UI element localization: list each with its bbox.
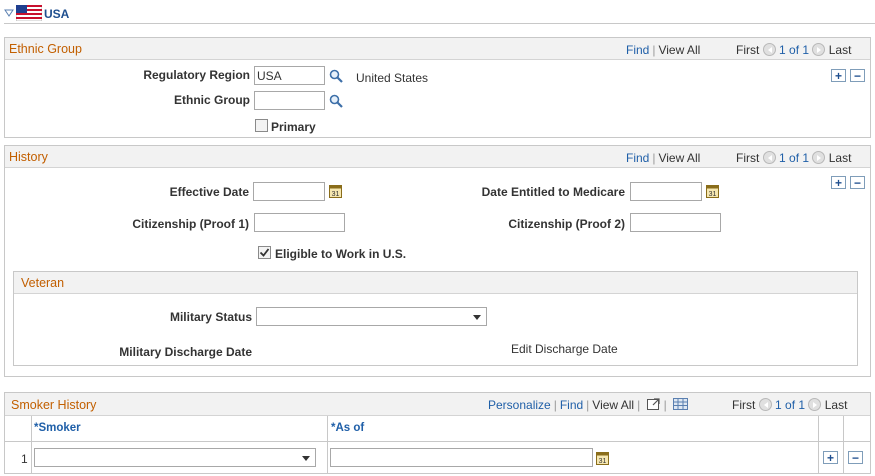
effective-date-label: Effective Date bbox=[169, 185, 249, 199]
medicare-date-input[interactable] bbox=[630, 182, 702, 201]
row-range: 1 of 1 bbox=[775, 398, 806, 412]
svg-text:31: 31 bbox=[332, 191, 340, 198]
view-all-link[interactable]: View All bbox=[658, 43, 700, 57]
column-header-smoker[interactable]: *Smoker bbox=[34, 422, 81, 434]
smoker-history-pager: First 1 of 1 Last bbox=[732, 398, 847, 412]
smoker-history-nav: Personalize | Find | View All | | bbox=[488, 398, 689, 412]
smoker-history-header: Smoker History Personalize | Find | View All… bbox=[5, 393, 870, 416]
row-range: 1 of 1 bbox=[779, 151, 810, 165]
smoker-history-grid: Smoker History Personalize | Find | View All… bbox=[4, 392, 871, 474]
ethnic-group-pager: First 1 of 1 Last bbox=[736, 43, 851, 57]
calendar-icon[interactable]: 31 bbox=[596, 451, 609, 465]
first-label: First bbox=[732, 398, 756, 412]
next-icon[interactable] bbox=[808, 398, 822, 411]
ethnic-group-label: Ethnic Group bbox=[174, 93, 250, 107]
citizenship-proof1-label: Citizenship (Proof 1) bbox=[132, 217, 249, 231]
column-header-as-of[interactable]: *As of bbox=[331, 422, 364, 434]
delete-row-button[interactable]: − bbox=[848, 451, 863, 464]
veteran-box: Veteran Military Status Military Dischar… bbox=[13, 271, 858, 366]
ethnic-group-input[interactable] bbox=[254, 91, 325, 110]
military-status-select[interactable] bbox=[256, 307, 487, 326]
smoker-history-title: Smoker History bbox=[11, 398, 97, 412]
history-title: History bbox=[9, 150, 48, 164]
collapse-arrow-icon[interactable] bbox=[4, 9, 14, 17]
find-link[interactable]: Find bbox=[626, 151, 649, 165]
military-discharge-date-label: Military Discharge Date bbox=[119, 345, 252, 359]
smoker-select[interactable] bbox=[34, 448, 316, 467]
last-label: Last bbox=[828, 151, 852, 165]
veteran-title: Veteran bbox=[21, 276, 65, 290]
first-label: First bbox=[736, 151, 760, 165]
citizenship-proof2-label: Citizenship (Proof 2) bbox=[508, 217, 625, 231]
table-row: 1 31 + − bbox=[5, 443, 870, 473]
regulatory-region-lookup-icon[interactable] bbox=[329, 69, 343, 83]
dropdown-arrow-icon bbox=[302, 456, 310, 461]
next-icon[interactable] bbox=[812, 151, 826, 164]
view-all-link[interactable]: View All bbox=[658, 151, 700, 165]
history-nav: Find | View All bbox=[626, 151, 701, 165]
us-flag-icon bbox=[16, 5, 42, 21]
first-label: First bbox=[736, 43, 760, 57]
eligible-to-work-checkbox[interactable] bbox=[258, 246, 271, 259]
grid-column-header-row: *Smoker *As of bbox=[5, 416, 870, 473]
find-link[interactable]: Find bbox=[626, 43, 649, 57]
country-section-header[interactable]: USA bbox=[4, 4, 875, 24]
citizenship-proof1-input[interactable] bbox=[254, 213, 345, 232]
personalize-link[interactable]: Personalize bbox=[488, 398, 551, 412]
ethnic-group-title: Ethnic Group bbox=[9, 42, 82, 56]
edit-discharge-date-link[interactable]: Edit Discharge Date bbox=[511, 342, 618, 356]
veteran-header: Veteran bbox=[14, 272, 857, 294]
effective-date-input[interactable] bbox=[253, 182, 325, 201]
delete-row-button[interactable]: − bbox=[850, 69, 865, 82]
history-header: History Find | View All First 1 of 1 Last bbox=[5, 146, 870, 168]
country-title: USA bbox=[44, 7, 70, 21]
svg-text:31: 31 bbox=[709, 191, 717, 198]
prev-icon[interactable] bbox=[762, 151, 776, 164]
citizenship-proof2-input[interactable] bbox=[630, 213, 721, 232]
row-number: 1 bbox=[21, 452, 28, 466]
last-label: Last bbox=[828, 43, 852, 57]
delete-row-button[interactable]: − bbox=[850, 176, 865, 189]
last-label: Last bbox=[824, 398, 848, 412]
add-row-button[interactable]: + bbox=[831, 69, 846, 82]
add-row-button[interactable]: + bbox=[831, 176, 846, 189]
history-pager: First 1 of 1 Last bbox=[736, 151, 851, 165]
checkmark-icon bbox=[259, 248, 270, 257]
primary-checkbox[interactable] bbox=[255, 119, 268, 132]
add-row-button[interactable]: + bbox=[823, 451, 838, 464]
eligible-to-work-label: Eligible to Work in U.S. bbox=[275, 247, 407, 261]
find-link[interactable]: Find bbox=[560, 398, 583, 412]
download-to-excel-icon[interactable] bbox=[673, 398, 689, 410]
prev-icon[interactable] bbox=[758, 398, 772, 411]
ethnic-group-header: Ethnic Group Find | View All First 1 of 1 … bbox=[5, 38, 870, 60]
calendar-icon[interactable]: 31 bbox=[706, 184, 719, 198]
ethnic-group-lookup-icon[interactable] bbox=[329, 94, 343, 108]
as-of-date-input[interactable] bbox=[330, 448, 593, 467]
regulatory-region-input[interactable] bbox=[254, 66, 325, 85]
dropdown-arrow-icon bbox=[473, 315, 481, 320]
row-range: 1 of 1 bbox=[779, 43, 810, 57]
regulatory-region-description: United States bbox=[356, 71, 429, 85]
ethnic-group-box: Ethnic Group Find | View All First 1 of 1 … bbox=[4, 37, 871, 138]
svg-text:31: 31 bbox=[599, 458, 607, 465]
next-icon[interactable] bbox=[812, 43, 826, 56]
primary-label: Primary bbox=[271, 120, 316, 134]
ethnic-group-nav: Find | View All bbox=[626, 43, 701, 57]
prev-icon[interactable] bbox=[762, 43, 776, 56]
medicare-date-label: Date Entitled to Medicare bbox=[481, 185, 625, 199]
military-status-label: Military Status bbox=[169, 310, 252, 324]
view-all-link[interactable]: View All bbox=[592, 398, 634, 412]
regulatory-region-label: Regulatory Region bbox=[143, 68, 250, 82]
history-box: History Find | View All First 1 of 1 Last … bbox=[4, 145, 871, 377]
calendar-icon[interactable]: 31 bbox=[329, 184, 342, 198]
zoom-grid-icon[interactable] bbox=[646, 398, 661, 410]
